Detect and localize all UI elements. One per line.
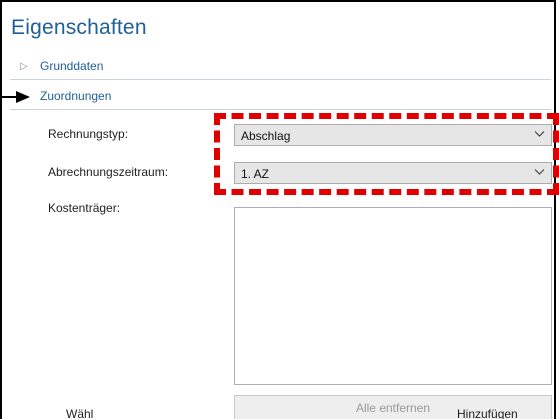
kostentraeger-list[interactable]	[234, 207, 552, 385]
partial-label-left: Wähl	[66, 407, 94, 419]
section-zuordnungen[interactable]: Zuordnungen	[10, 87, 551, 110]
dropdown-value: Abschlag	[241, 129, 291, 143]
section-label: Zuordnungen	[40, 89, 112, 103]
panel-title: Eigenschaften	[11, 16, 147, 39]
abrechnungszeitraum-label: Abrechnungszeitraum:	[48, 165, 169, 179]
properties-panel: Eigenschaften ▷ Grunddaten Zuordnungen R…	[0, 0, 556, 419]
rechnungstyp-label: Rechnungstyp:	[48, 127, 129, 141]
partial-label-right: Hinzufügen	[457, 407, 518, 419]
abrechnungszeitraum-dropdown[interactable]: 1. AZ	[234, 162, 552, 184]
rechnungstyp-dropdown[interactable]: Abschlag	[234, 124, 552, 146]
chevron-down-icon	[534, 169, 545, 175]
dropdown-value: 1. AZ	[241, 167, 270, 181]
expand-arrow-icon: ▷	[20, 61, 28, 72]
chevron-down-icon	[534, 131, 545, 137]
kostentraeger-label: Kostenträger:	[48, 201, 121, 215]
section-label: Grunddaten	[40, 59, 104, 73]
arrow-pointer-icon	[16, 91, 30, 103]
section-grunddaten[interactable]: ▷ Grunddaten	[10, 57, 551, 80]
